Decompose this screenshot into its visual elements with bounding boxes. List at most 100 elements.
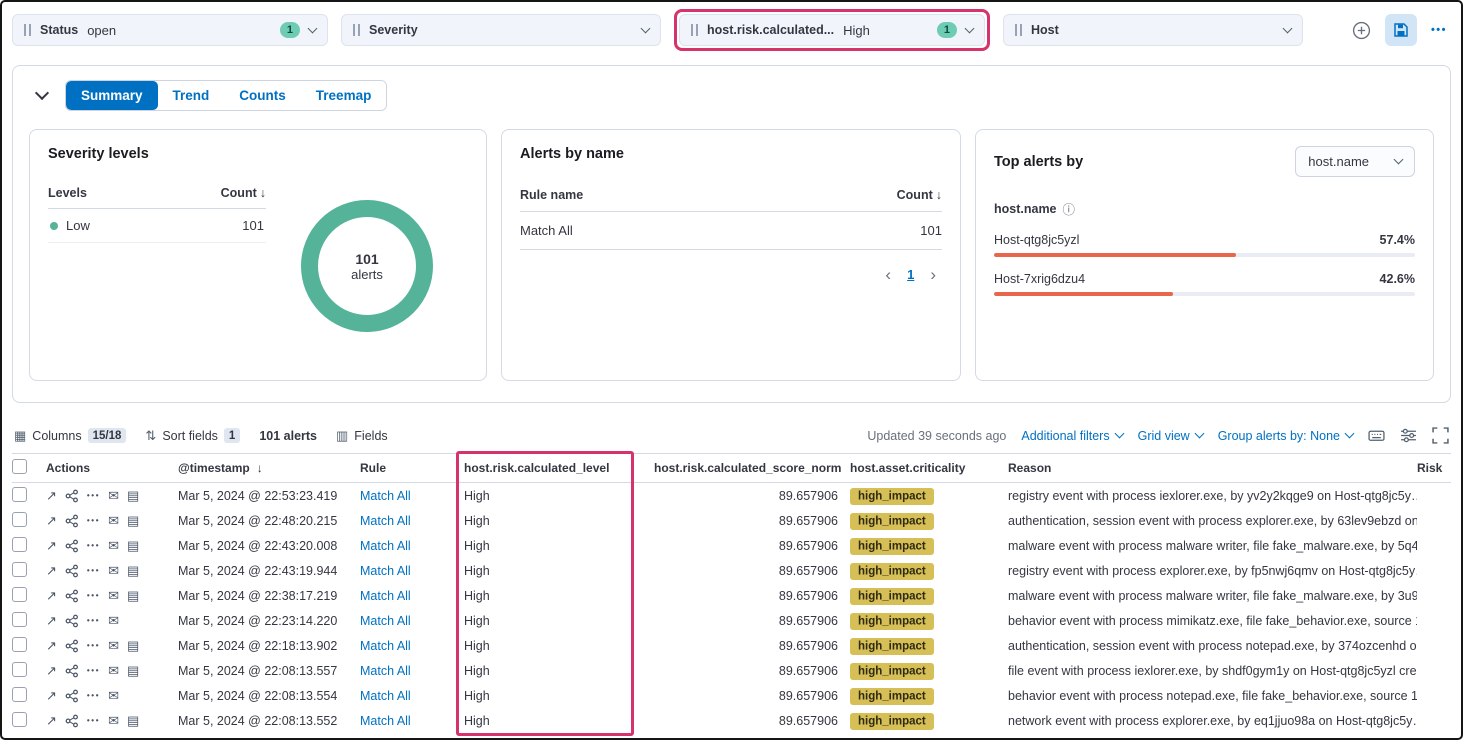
case-icon[interactable]: ▤ (127, 539, 139, 552)
session-view-icon[interactable]: ✉ (108, 589, 119, 602)
rule-link[interactable]: Match All (360, 514, 411, 528)
expand-alert-icon[interactable]: ↗ (46, 514, 57, 527)
header-risk[interactable]: Risk (1417, 461, 1451, 475)
more-actions-icon[interactable]: ••• (87, 542, 100, 550)
analyzer-icon[interactable] (65, 714, 79, 728)
row-checkbox[interactable] (12, 687, 27, 702)
tab-summary[interactable]: Summary (66, 81, 158, 110)
rule-link[interactable]: Match All (360, 589, 411, 603)
analyzer-icon[interactable] (65, 689, 79, 703)
more-actions-icon[interactable]: ••• (87, 517, 100, 525)
session-view-icon[interactable]: ✉ (108, 514, 119, 527)
case-icon[interactable]: ▤ (127, 714, 139, 727)
expand-alert-icon[interactable]: ↗ (46, 564, 57, 577)
analyzer-icon[interactable] (65, 539, 79, 553)
prev-page-icon[interactable]: ‹ (885, 266, 891, 283)
additional-filters-button[interactable]: Additional filters (1021, 429, 1122, 443)
analyzer-icon[interactable] (65, 639, 79, 653)
header-reason[interactable]: Reason (1008, 461, 1417, 475)
header-timestamp[interactable]: @timestamp↓ (178, 461, 360, 475)
row-checkbox[interactable] (12, 612, 27, 627)
analyzer-icon[interactable] (65, 614, 79, 628)
save-icon[interactable] (1385, 14, 1417, 46)
analyzer-icon[interactable] (65, 489, 79, 503)
row-checkbox[interactable] (12, 662, 27, 677)
collapse-chevron-icon[interactable] (35, 86, 49, 100)
expand-alert-icon[interactable]: ↗ (46, 689, 57, 702)
case-icon[interactable]: ▤ (127, 489, 139, 502)
case-icon[interactable]: ▤ (127, 589, 139, 602)
session-view-icon[interactable]: ✉ (108, 664, 119, 677)
expand-alert-icon[interactable]: ↗ (46, 639, 57, 652)
more-actions-icon[interactable]: ••• (87, 617, 100, 625)
analyzer-icon[interactable] (65, 514, 79, 528)
field-select[interactable]: host.name (1295, 146, 1415, 177)
more-actions-icon[interactable]: ••• (87, 642, 100, 650)
row-checkbox[interactable] (12, 537, 27, 552)
row-checkbox[interactable] (12, 487, 27, 502)
rule-link[interactable]: Match All (360, 539, 411, 553)
case-icon[interactable]: ▤ (127, 514, 139, 527)
filter-host-risk-level[interactable]: host.risk.calculated... High 1 (679, 14, 985, 46)
display-options-icon[interactable] (1400, 427, 1417, 444)
expand-alert-icon[interactable]: ↗ (46, 489, 57, 502)
tab-treemap[interactable]: Treemap (301, 81, 387, 110)
more-actions-icon[interactable]: ••• (87, 692, 100, 700)
top-alert-row[interactable]: Host-qtg8jc5yzl 57.4% (994, 233, 1415, 257)
more-actions-icon[interactable]: ••• (87, 592, 100, 600)
session-view-icon[interactable]: ✉ (108, 564, 119, 577)
rule-link[interactable]: Match All (360, 614, 411, 628)
expand-alert-icon[interactable]: ↗ (46, 664, 57, 677)
next-page-icon[interactable]: › (930, 266, 936, 283)
select-all-checkbox[interactable] (12, 459, 27, 474)
analyzer-icon[interactable] (65, 564, 79, 578)
count-col[interactable]: Count↓ (897, 188, 942, 202)
row-checkbox[interactable] (12, 712, 27, 727)
grid-view-button[interactable]: Grid view (1138, 429, 1203, 443)
more-options-icon[interactable]: ••• (1431, 24, 1447, 36)
severity-donut-chart[interactable]: 101 alerts (301, 200, 433, 332)
rule-link[interactable]: Match All (360, 689, 411, 703)
keyboard-shortcuts-icon[interactable] (1368, 427, 1385, 444)
session-view-icon[interactable]: ✉ (108, 689, 119, 702)
header-risk-score[interactable]: host.risk.calculated_score_norm (654, 461, 850, 475)
severity-col-count[interactable]: Count↓ (221, 186, 266, 200)
header-risk-level[interactable]: host.risk.calculated_level (464, 461, 654, 475)
group-alerts-button[interactable]: Group alerts by: None (1218, 429, 1353, 443)
expand-alert-icon[interactable]: ↗ (46, 589, 57, 602)
rule-link[interactable]: Match All (360, 639, 411, 653)
tab-counts[interactable]: Counts (224, 81, 301, 110)
header-rule[interactable]: Rule (360, 461, 464, 475)
row-checkbox[interactable] (12, 637, 27, 652)
session-view-icon[interactable]: ✉ (108, 489, 119, 502)
page-number[interactable]: 1 (907, 267, 914, 282)
info-icon[interactable]: ⓘ (1063, 199, 1076, 218)
more-actions-icon[interactable]: ••• (87, 717, 100, 725)
rule-link[interactable]: Match All (360, 489, 411, 503)
rule-link[interactable]: Match All (360, 714, 411, 728)
add-filter-icon[interactable] (1352, 21, 1371, 40)
filter-host[interactable]: Host (1003, 14, 1303, 46)
case-icon[interactable]: ▤ (127, 564, 139, 577)
more-actions-icon[interactable]: ••• (87, 492, 100, 500)
expand-alert-icon[interactable]: ↗ (46, 539, 57, 552)
session-view-icon[interactable]: ✉ (108, 639, 119, 652)
analyzer-icon[interactable] (65, 589, 79, 603)
row-checkbox[interactable] (12, 512, 27, 527)
row-checkbox[interactable] (12, 587, 27, 602)
header-criticality[interactable]: host.asset.criticality (850, 461, 1008, 475)
session-view-icon[interactable]: ✉ (108, 714, 119, 727)
analyzer-icon[interactable] (65, 664, 79, 678)
fullscreen-icon[interactable] (1432, 427, 1449, 444)
row-checkbox[interactable] (12, 562, 27, 577)
more-actions-icon[interactable]: ••• (87, 667, 100, 675)
session-view-icon[interactable]: ✉ (108, 539, 119, 552)
sort-fields-button[interactable]: ⇅ Sort fields 1 (145, 428, 240, 444)
more-actions-icon[interactable]: ••• (87, 567, 100, 575)
filter-severity[interactable]: Severity (341, 14, 661, 46)
rule-link[interactable]: Match All (360, 664, 411, 678)
case-icon[interactable]: ▤ (127, 639, 139, 652)
expand-alert-icon[interactable]: ↗ (46, 614, 57, 627)
fields-button[interactable]: ▥ Fields (336, 428, 388, 444)
session-view-icon[interactable]: ✉ (108, 614, 119, 627)
